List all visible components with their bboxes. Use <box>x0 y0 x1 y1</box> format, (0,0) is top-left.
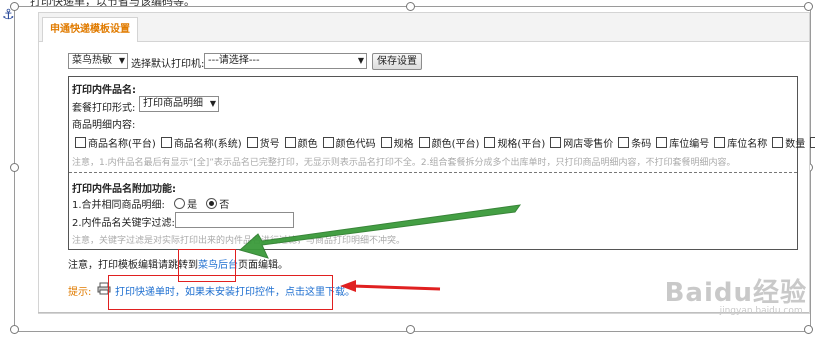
red-arrow-head <box>340 280 356 292</box>
green-arrow <box>238 204 522 259</box>
watermark-brand: Baidu经验 <box>664 278 807 308</box>
watermark-site: jingyan.baidu.com <box>719 306 803 316</box>
red-arrow-line <box>351 284 441 291</box>
panel-bottom-divider <box>38 312 809 313</box>
watermark: Baidu经验 jingyan.baidu.com <box>664 272 807 316</box>
